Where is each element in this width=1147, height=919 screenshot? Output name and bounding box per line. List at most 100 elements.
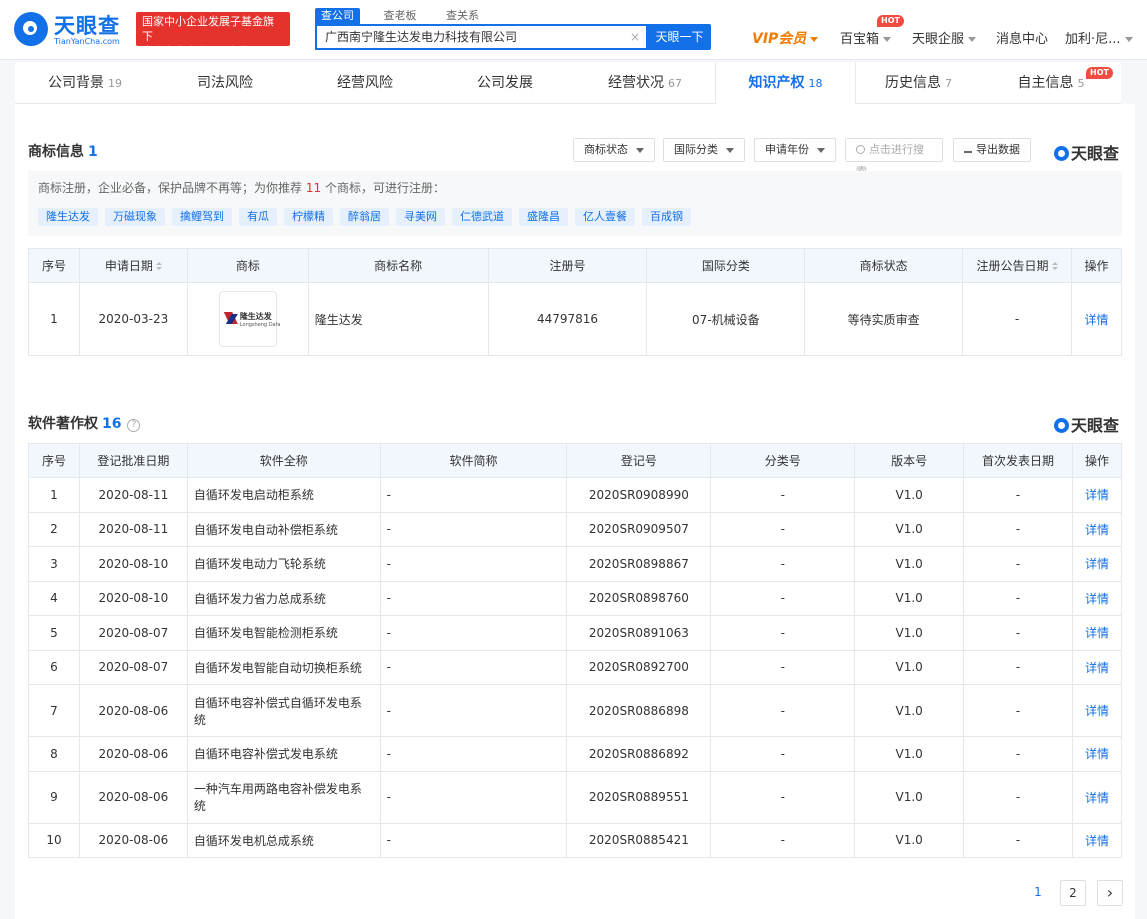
tab-operation-status[interactable]: 经营状况 67 — [575, 62, 715, 104]
user-menu[interactable]: 加利·尼... — [1065, 28, 1133, 47]
cell: - — [379, 615, 568, 651]
col-header: 登记批准日期 — [78, 443, 188, 478]
sort-icon[interactable] — [155, 262, 162, 271]
col-header-apply-date[interactable]: 申请日期 — [78, 248, 188, 283]
trademark-chip[interactable]: 亿人壹餐 — [575, 208, 635, 226]
cell: 2020-08-11 — [78, 511, 188, 547]
cell: - — [710, 511, 856, 547]
cell: V1.0 — [854, 649, 965, 685]
cell: 自循环电容补偿式发电系统 — [186, 736, 381, 772]
cell: 2020SR0889551 — [566, 770, 712, 824]
export-data-button[interactable]: 导出数据 — [953, 138, 1031, 162]
search-tab-relation[interactable]: 查关系 — [440, 8, 485, 24]
tianyancha-logo[interactable]: 天眼查 TianYanCha.com — [14, 10, 129, 50]
search-tab-boss[interactable]: 查老板 — [378, 8, 423, 24]
cell: - — [379, 649, 568, 685]
cell: 自循环发电智能检测柜系统 — [186, 615, 381, 651]
cell: 2020-08-11 — [78, 477, 188, 513]
cell: V1.0 — [854, 615, 965, 651]
col-header-text: 申请日期 — [104, 259, 153, 273]
cell: 2020-08-07 — [78, 615, 188, 651]
table-row: 10 2020-08-06 自循环发电机总成系统 -2020SR0885421- V1.… — [28, 822, 1123, 858]
trademark-chip[interactable]: 隆生达发 — [38, 208, 98, 226]
intl-class-filter[interactable]: 国际分类 — [663, 138, 745, 162]
tab-label: 知识产权 — [748, 75, 805, 91]
next-page-button[interactable]: › — [1097, 880, 1123, 906]
tab-label: 公司发展 — [477, 75, 533, 91]
logo-text: 天眼查 — [54, 14, 120, 38]
cell: 等待实质审查 — [804, 282, 964, 356]
detail-link[interactable]: 详情 — [1071, 770, 1123, 824]
official-badge: 国家中小企业发展子基金旗下 官方备案企业征信机构 — [136, 12, 290, 58]
detail-link[interactable]: 详情 — [1071, 684, 1123, 737]
chevron-down-icon — [636, 147, 644, 153]
detail-link[interactable]: 详情 — [1071, 477, 1123, 513]
baibao-menu[interactable]: 百宝箱 — [840, 28, 892, 47]
tab-label: 司法风险 — [197, 75, 253, 91]
eye-logo-icon — [14, 12, 48, 46]
message-center-link[interactable]: 消息中心 — [996, 28, 1048, 47]
cell: 隆生达发 — [307, 282, 489, 356]
detail-link[interactable]: 详情 — [1071, 580, 1123, 616]
clear-search-icon[interactable]: × — [630, 26, 640, 48]
search-button[interactable]: 天眼一下 — [648, 24, 711, 50]
trademark-chip[interactable]: 万磁现象 — [105, 208, 165, 226]
trademark-status-filter[interactable]: 商标状态 — [573, 138, 655, 162]
tianyancha-brand: 天眼查 — [1054, 412, 1119, 436]
page-1[interactable]: 1 — [1026, 880, 1050, 906]
software-section-title: 软件著作权 16? — [28, 413, 141, 433]
tab-company-background[interactable]: 公司背景 19 — [15, 62, 155, 104]
logo-text: 隆生达发 — [239, 312, 272, 321]
help-icon[interactable]: ? — [127, 419, 141, 432]
tab-label: 历史信息 — [885, 75, 941, 91]
detail-link[interactable]: 详情 — [1071, 822, 1123, 858]
cell: 自循环发电智能自动切换柜系统 — [186, 649, 381, 685]
qiyefu-menu[interactable]: 天眼企服 — [912, 28, 977, 47]
trademark-chip[interactable]: 百成钢 — [642, 208, 691, 226]
detail-link[interactable]: 详情 — [1071, 546, 1123, 582]
cell: 2020SR0898760 — [566, 580, 712, 616]
trademark-chip[interactable]: 醉翁居 — [340, 208, 389, 226]
search-input[interactable]: 广西南宁隆生达发电力科技有限公司 × — [315, 24, 648, 50]
col-header-pub-date[interactable]: 注册公告日期 — [962, 248, 1072, 283]
trademark-recommendation: 商标注册，企业必备，保护品牌不再等；为你推荐 11 个商标，可进行注册： 隆生达… — [28, 171, 1122, 236]
apply-year-filter[interactable]: 申请年份 — [754, 138, 836, 162]
trademark-search-input[interactable]: 点击进行搜索 — [845, 138, 943, 178]
cell: 自循环发电动力飞轮系统 — [186, 546, 381, 582]
cell: 2020SR0909507 — [566, 511, 712, 547]
logo-subtext: TianYanCha.com — [54, 37, 120, 46]
tab-history[interactable]: 历史信息 7 — [856, 62, 981, 104]
sort-icon[interactable] — [1051, 262, 1058, 271]
cell: V1.0 — [854, 477, 965, 513]
cell: 2020SR0908990 — [566, 477, 712, 513]
cell: 一种汽车用两路电容补偿发电系统 — [186, 770, 381, 824]
col-header: 商标名称 — [307, 248, 489, 283]
trademark-chip[interactable]: 柠檬精 — [284, 208, 333, 226]
page-2[interactable]: 2 — [1060, 880, 1086, 906]
detail-link[interactable]: 详情 — [1071, 511, 1123, 547]
col-header: 操作 — [1071, 443, 1123, 478]
search-tab-company[interactable]: 查公司 — [315, 8, 360, 24]
vip-menu[interactable]: VIP会员 — [752, 28, 819, 48]
detail-link[interactable]: 详情 — [1071, 736, 1123, 772]
tab-legal-risk[interactable]: 司法风险 — [155, 62, 295, 104]
export-label: 导出数据 — [976, 143, 1020, 156]
detail-link[interactable]: 详情 — [1071, 615, 1123, 651]
cell: 自循环发电机总成系统 — [186, 822, 381, 858]
trademark-chip[interactable]: 擒鲤驾到 — [172, 208, 232, 226]
tab-operation-risk[interactable]: 经营风险 — [295, 62, 435, 104]
detail-link[interactable]: 详情 — [1070, 282, 1123, 356]
table-row: 5 2020-08-07 自循环发电智能检测柜系统 -2020SR0891063- V1… — [28, 615, 1123, 651]
trademark-chip[interactable]: 有瓜 — [239, 208, 277, 226]
trademark-image[interactable]: 隆生达发 Longsheng Dafa — [218, 291, 280, 347]
trademark-chip[interactable]: 盛隆昌 — [519, 208, 568, 226]
cell: 自循环发力省力总成系统 — [186, 580, 381, 616]
tab-company-development[interactable]: 公司发展 — [435, 62, 575, 104]
tab-intellectual-property[interactable]: 知识产权 18 — [715, 62, 856, 104]
trademark-chip[interactable]: 仁德武道 — [452, 208, 512, 226]
cell: 8 — [28, 736, 80, 772]
cell: 自循环发电自动补偿柜系统 — [186, 511, 381, 547]
cell: - — [379, 580, 568, 616]
detail-link[interactable]: 详情 — [1071, 649, 1123, 685]
trademark-chip[interactable]: 寻美网 — [396, 208, 445, 226]
